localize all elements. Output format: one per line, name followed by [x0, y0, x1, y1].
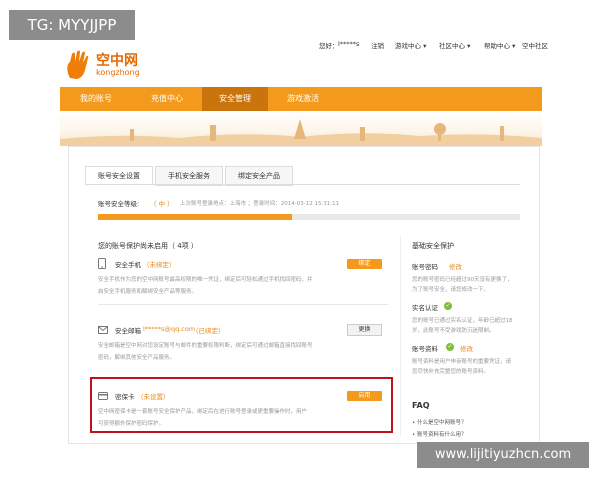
- city-silhouette-illustration: [60, 119, 542, 146]
- secure-phone-desc-line2: 启安全手机服务和解绑安全产品等服务。: [98, 289, 198, 295]
- sidebar-password-modify-link[interactable]: 修改: [449, 261, 462, 271]
- nav-game-activation[interactable]: 游戏激活: [272, 87, 334, 111]
- game-center-menu[interactable]: 游戏中心 ▾: [395, 40, 426, 50]
- envelope-icon: [98, 326, 108, 334]
- sidebar-realname-desc2: 岁，此账号不受游戏防沉迷限制。: [412, 328, 495, 334]
- username-link[interactable]: l*****s: [338, 40, 359, 48]
- sidebar-password-desc1: 您的账号密码已经超过90天没有更换了，: [412, 277, 513, 283]
- sidebar-profile-modify-link[interactable]: 修改: [460, 343, 473, 353]
- sidebar-title: 基础安全保护: [412, 242, 454, 250]
- tab-mobile-security-service[interactable]: 手机安全服务: [155, 166, 223, 186]
- main-navigation: 我的账号 充值中心 安全管理 游戏激活: [60, 87, 542, 111]
- top-navigation: 您好： l*****s 注销 游戏中心 ▾ 社区中心 ▾ 帮助中心 ▾ 空中社区: [0, 40, 600, 52]
- logo-text-en: kongzhong: [96, 68, 140, 77]
- faq-title: FAQ: [412, 401, 430, 410]
- logo-text-cn: 空中网: [96, 53, 138, 69]
- tab-bar: 账号安全设置 手机安全服务 绑定安全产品: [85, 166, 305, 186]
- security-card-title: 密保卡: [115, 393, 135, 401]
- secure-email-desc-line2: 密码，解绑其他安全产品服务。: [98, 355, 176, 361]
- sidebar-password-desc2: 为了账号安全，请您修改一下。: [412, 287, 490, 293]
- tab-divider: [85, 184, 520, 185]
- sidebar-password-title: 账号密码: [412, 263, 438, 271]
- sidebar-profile-desc2: 您尽快补充完整您的账号资料。: [412, 369, 490, 375]
- secure-email-desc-line1: 安全邮箱是空中网对您设定账号与邮件的重要权限判断，绑定后可通过邮箱直接找回账号: [98, 343, 313, 349]
- security-card-desc-line2: 可获得额外保护密码保护。: [98, 421, 165, 427]
- security-level-value: （ 中 ）: [150, 200, 174, 208]
- logout-link[interactable]: 注销: [371, 40, 384, 50]
- tab-bind-security-products[interactable]: 绑定安全产品: [225, 166, 293, 186]
- secure-phone-title: 安全手机: [115, 261, 141, 269]
- faq-item-text: 什么是空中网账号？: [417, 420, 467, 426]
- card-icon: [98, 392, 108, 400]
- verified-check-icon: ✓: [444, 302, 452, 310]
- protection-section-title: 您的账号保护尚未启用（ 4项 ）: [98, 242, 198, 250]
- security-progress-fill: [98, 214, 293, 220]
- secure-email-address: l*****s@qq.com: [143, 325, 196, 333]
- help-center-menu[interactable]: 帮助中心 ▾: [484, 40, 515, 50]
- mobile-phone-icon: [98, 258, 106, 269]
- item-divider: [98, 304, 388, 305]
- sidebar-realname-title: 实名认证: [412, 304, 438, 312]
- secure-email-title: 安全邮箱: [115, 327, 141, 335]
- sidebar-profile-desc1: 账号资料是用户申诉账号的重要凭证，请: [412, 359, 512, 365]
- bind-phone-button[interactable]: 绑定: [347, 259, 382, 269]
- change-email-button[interactable]: 更换: [347, 324, 382, 336]
- faq-item[interactable]: • 什么是空中网账号？: [412, 418, 467, 426]
- faq-item[interactable]: • 账号资料有什么用？: [412, 430, 467, 438]
- security-card-status: （未设置）: [137, 393, 170, 401]
- secure-phone-desc-line1: 安全手机作为您的空中网账号最高权限的唯一凭证，绑定后可轻松通过手机找回密码，并: [98, 277, 313, 283]
- greeting-label: 您好：: [319, 42, 339, 50]
- sidebar-divider: [400, 236, 401, 436]
- security-progress-track: [98, 214, 520, 220]
- nav-my-account[interactable]: 我的账号: [66, 87, 126, 111]
- kongzhong-logo[interactable]: 空中网 kongzhong: [64, 50, 174, 80]
- community-center-menu[interactable]: 社区中心 ▾: [439, 40, 470, 50]
- kongzhong-community-link[interactable]: 空中社区: [522, 40, 548, 50]
- faq-item-text: 账号资料有什么用？: [417, 432, 467, 438]
- security-level-label: 账号安全等级:: [98, 200, 140, 208]
- watermark-site: www.lijitiyuzhcn.com: [417, 442, 589, 468]
- nav-recharge-center[interactable]: 充值中心: [136, 87, 198, 111]
- sidebar-realname-desc1: 您的账号已通过实名认证，年龄已超过18: [412, 318, 513, 324]
- last-login-info: 上次账号登录地点：上海市 ；登录时间：2014-03-12 15:31:11: [180, 201, 340, 207]
- tab-account-security-settings[interactable]: 账号安全设置: [85, 166, 153, 186]
- enable-security-card-button[interactable]: 启用: [347, 391, 382, 401]
- security-card-desc-line1: 空中网密保卡是一套账号安全保护产品，绑定后在进行账号登录或更重要操作时，用户: [98, 409, 308, 415]
- hand-logo-icon: [67, 50, 89, 79]
- secure-email-status: （已绑定）: [192, 327, 225, 335]
- watermark-tg: TG: MYYJJPP: [9, 10, 135, 40]
- header-banner: [60, 111, 542, 146]
- secure-phone-status: （未绑定）: [143, 261, 176, 269]
- sidebar-profile-title: 账号资料: [412, 345, 438, 353]
- nav-security-management[interactable]: 安全管理: [202, 87, 268, 111]
- profile-check-icon: ✓: [446, 343, 454, 351]
